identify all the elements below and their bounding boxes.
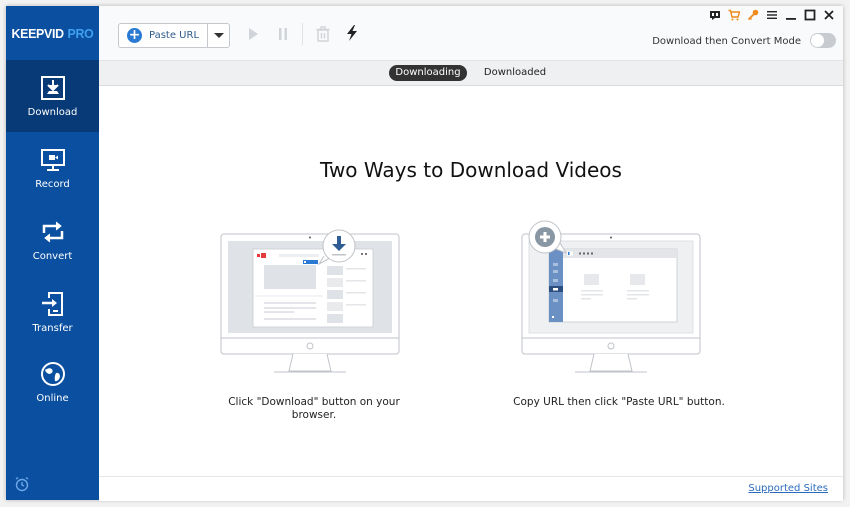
page-title: Two Ways to Download Videos: [320, 158, 622, 182]
feedback-icon[interactable]: [709, 9, 721, 21]
key-icon[interactable]: [747, 9, 759, 21]
paste-url-button[interactable]: + Paste URL: [119, 24, 207, 47]
browser-download-illustration: [220, 229, 400, 373]
pause-icon[interactable]: [275, 26, 291, 42]
play-icon[interactable]: [245, 26, 261, 42]
sidebar-item-record[interactable]: Record: [6, 132, 99, 204]
window-controls: [709, 9, 835, 21]
paste-url-illustration: [521, 220, 701, 373]
sidebar-label: Download: [27, 106, 78, 118]
transfer-tablet-icon: [41, 291, 63, 316]
paste-url-dropdown[interactable]: [207, 24, 229, 47]
convert-mode-label: Download then Convert Mode: [652, 36, 801, 47]
caption-paste-url: Copy URL then click "Paste URL" button.: [513, 396, 725, 408]
convert-arrows-icon: [42, 221, 63, 242]
toolbar-divider: [302, 23, 303, 45]
lightning-icon[interactable]: [344, 25, 360, 41]
sidebar-item-online[interactable]: Online: [6, 346, 99, 418]
main-content: Two Ways to Download Videos Click "Downl…: [99, 86, 843, 476]
footer: Supported Sites: [99, 476, 843, 501]
sidebar-label: Convert: [32, 250, 73, 262]
app-window: KEEPVID PRO Download Record Convert Tran…: [6, 6, 843, 501]
trash-icon[interactable]: [315, 26, 331, 42]
sidebar-item-convert[interactable]: Convert: [6, 204, 99, 276]
tab-downloading[interactable]: Downloading: [389, 65, 467, 81]
monitor-record-icon: [40, 148, 65, 171]
plus-circle-icon: +: [127, 27, 142, 43]
logo-main: KEEPVID: [11, 25, 65, 41]
close-icon[interactable]: [823, 9, 835, 21]
paste-url-label: Paste URL: [149, 30, 200, 41]
logo-pro: PRO: [67, 25, 94, 41]
tab-bar: Downloading Downloaded: [99, 61, 843, 86]
maximize-icon[interactable]: [804, 9, 816, 21]
tab-downloaded[interactable]: Downloaded: [475, 65, 555, 81]
convert-mode-toggle[interactable]: [810, 33, 836, 48]
sidebar-label: Record: [35, 178, 70, 190]
paste-url-button-group: + Paste URL: [118, 23, 230, 48]
globe-icon: [40, 361, 65, 386]
chevron-down-icon: [213, 33, 224, 38]
minimize-icon[interactable]: [785, 9, 797, 21]
toggle-knob: [811, 34, 824, 47]
alarm-clock-icon[interactable]: [14, 476, 30, 492]
sidebar-label: Online: [36, 392, 69, 404]
menu-icon[interactable]: [766, 9, 778, 21]
toolbar: + Paste URL Download then Convert Mode: [99, 6, 843, 61]
sidebar-item-transfer[interactable]: Transfer: [6, 276, 99, 348]
sidebar-item-download[interactable]: Download: [6, 60, 99, 132]
app-logo: KEEPVID PRO: [8, 6, 96, 60]
caption-browser-download: Click "Download" button on your browser.: [228, 396, 400, 421]
sidebar: KEEPVID PRO Download Record Convert Tran…: [6, 6, 99, 500]
sidebar-label: Transfer: [32, 322, 73, 334]
supported-sites-link[interactable]: Supported Sites: [748, 483, 828, 494]
cart-icon[interactable]: [728, 9, 741, 21]
download-icon: [40, 75, 65, 100]
